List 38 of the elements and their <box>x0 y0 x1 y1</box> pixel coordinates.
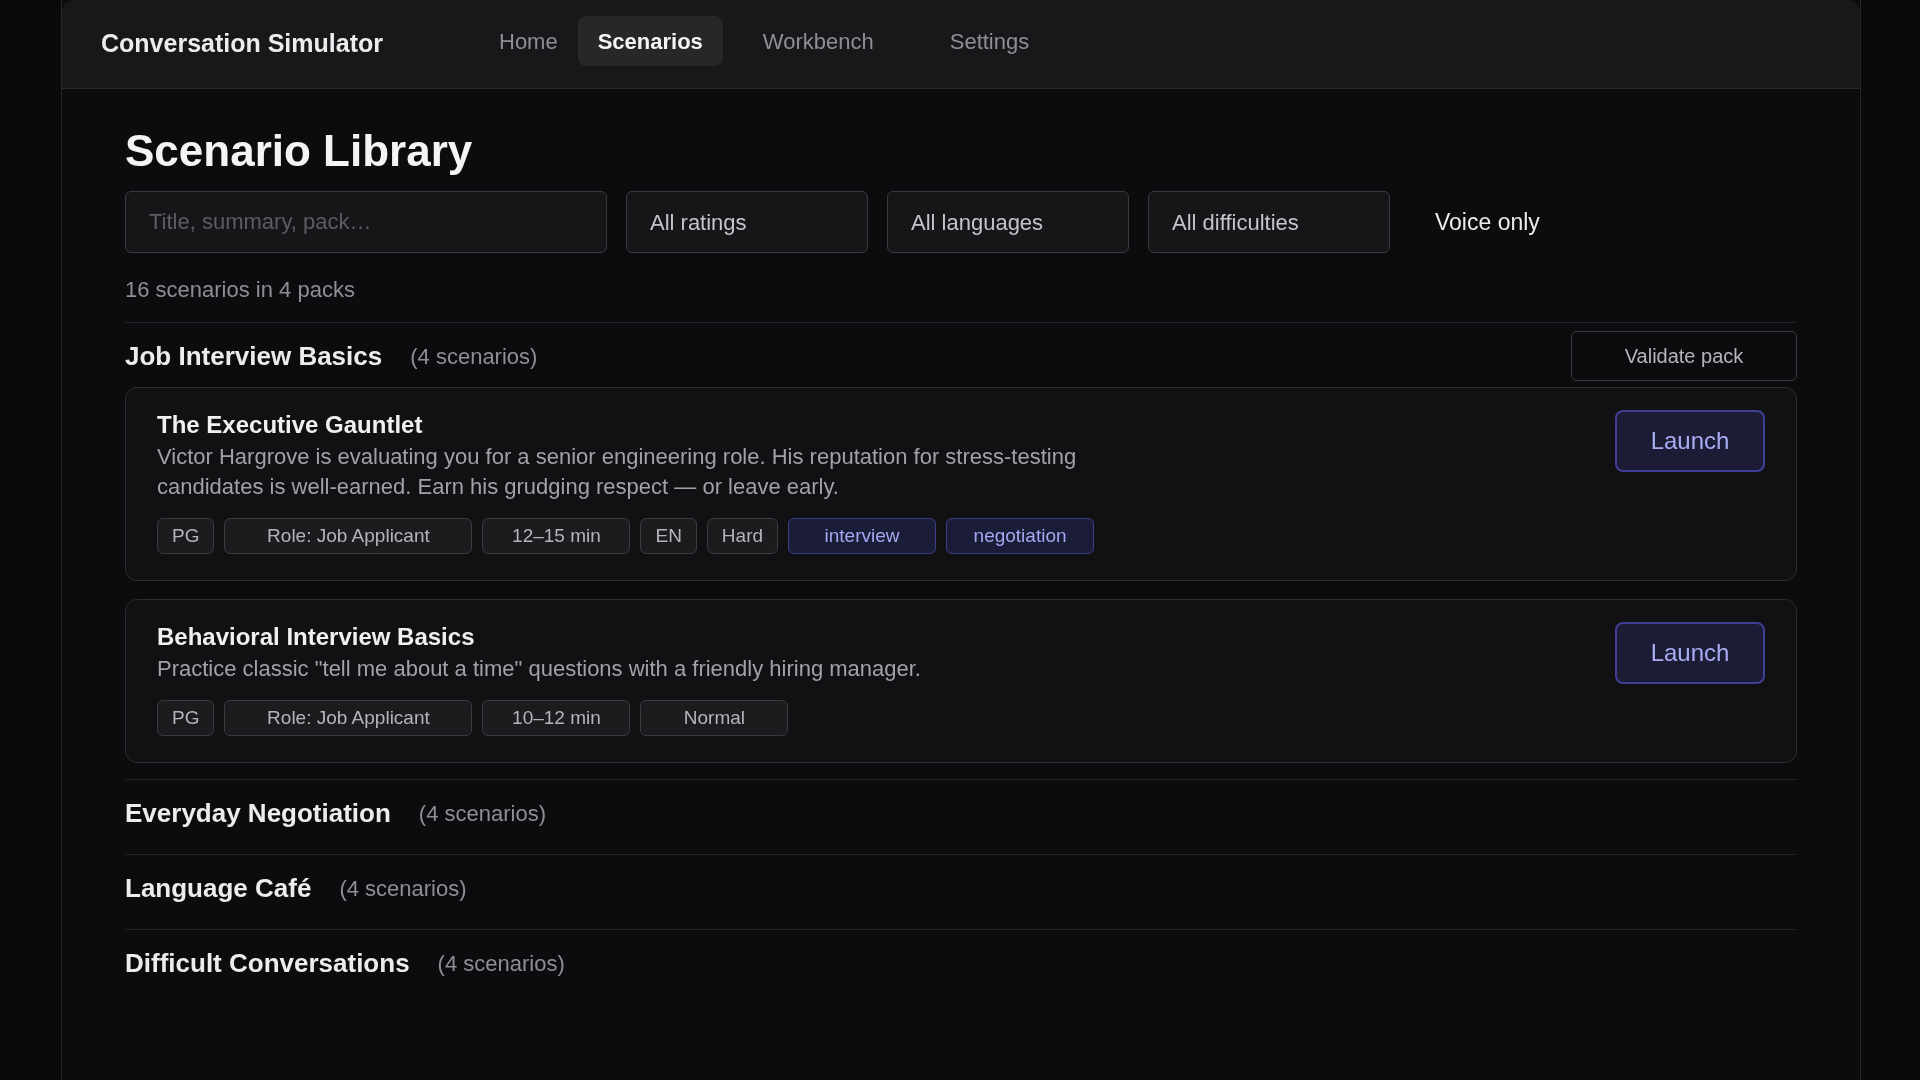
meta-chip: Role: Job Applicant <box>224 518 473 554</box>
pack-count: (4 scenarios) <box>437 949 565 978</box>
meta-chip: 12–15 min <box>482 518 631 554</box>
pack-count: (4 scenarios) <box>339 874 467 903</box>
meta-chip: PG <box>157 700 215 736</box>
validate-pack-button[interactable]: Validate pack <box>1571 331 1797 381</box>
meta-chip: Role: Job Applicant <box>224 700 473 736</box>
meta-chip: PG <box>157 518 215 554</box>
scenario-description: Practice classic "tell me about a time" questions with a friendly hiring manager. <box>157 655 922 683</box>
meta-chip: 10–12 min <box>482 700 631 736</box>
filter-select[interactable]: All languages <box>887 191 1129 253</box>
filter-select[interactable]: All ratings <box>626 191 868 253</box>
tag-chip: negotiation <box>946 518 1095 554</box>
launch-button[interactable]: Launch <box>1615 410 1765 472</box>
nav-tab[interactable]: Settings <box>929 16 1050 66</box>
launch-button[interactable]: Launch <box>1615 622 1765 684</box>
scenario-title: Behavioral Interview Basics <box>157 622 476 652</box>
search-field[interactable]: Title, summary, pack… <box>125 191 607 253</box>
pack-title[interactable]: Language Café <box>125 868 312 908</box>
pack-count: (4 scenarios) <box>418 799 546 828</box>
tag-chip: interview <box>788 518 937 554</box>
voice-only-toggle[interactable]: Voice only <box>1435 204 1540 240</box>
pack-title[interactable]: Difficult Conversations <box>125 943 410 983</box>
app-title: Conversation Simulator <box>101 28 383 60</box>
meta-chip: EN <box>640 518 697 554</box>
meta-chip: Hard <box>706 518 779 554</box>
meta-chip: Normal <box>640 700 789 736</box>
pack-title[interactable]: Everyday Negotiation <box>125 793 391 833</box>
nav-tab[interactable]: Scenarios <box>577 16 723 66</box>
scenario-description: Victor Hargrove is evaluating you for a senior engineering role. His reputation for stress-testing candidates is well-earned. Earn his grudging respect — or leave early. <box>157 443 1078 501</box>
nav-tab[interactable]: Workbench <box>742 16 894 66</box>
pack-title[interactable]: Job Interview Basics <box>125 336 383 376</box>
pack-count: (4 scenarios) <box>410 342 538 371</box>
result-count: 16 scenarios in 4 packs <box>125 276 356 304</box>
page-title: Scenario Library <box>125 125 474 177</box>
filter-select[interactable]: All difficulties <box>1148 191 1390 253</box>
scenario-title: The Executive Gauntlet <box>157 410 424 440</box>
nav-tab[interactable]: Home <box>499 16 558 66</box>
